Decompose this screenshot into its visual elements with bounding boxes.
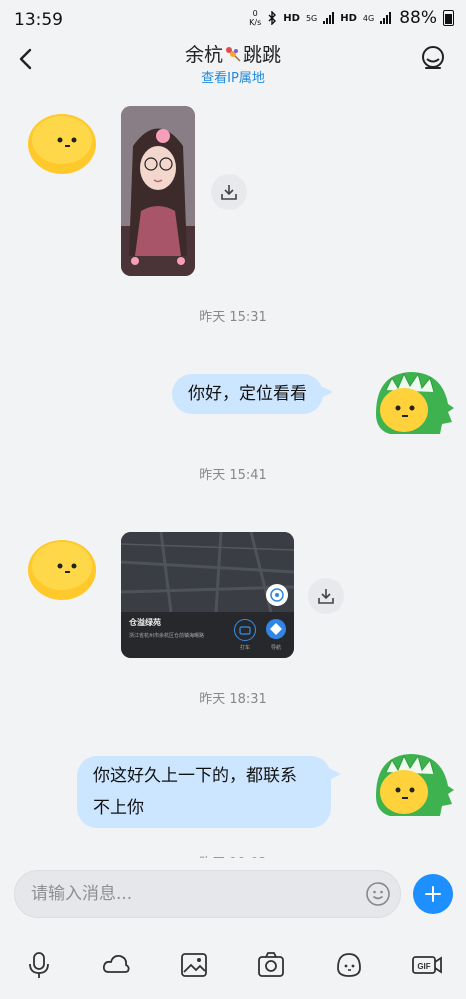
taxi-label: 打车: [239, 645, 250, 651]
image-icon[interactable]: [179, 950, 209, 980]
navigate-icon[interactable]: [266, 619, 286, 639]
download-icon: [221, 185, 237, 200]
message-input[interactable]: 请输入消息...: [14, 870, 401, 918]
battery-icon: [443, 10, 454, 26]
net-speed: 0 K/s: [249, 9, 262, 27]
message-timestamp: 昨天 15:41: [199, 468, 267, 483]
signal-4g-label: 4G: [362, 13, 375, 23]
status-bar: 13:59 0 K/s HD 5G HD 4G 88%: [0, 0, 466, 40]
hd-label-1: HD: [283, 12, 300, 24]
location-pin-icon: [266, 584, 288, 606]
status-time: 13:59: [14, 10, 63, 30]
chat-title[interactable]: 余杭 跳跳: [0, 40, 466, 67]
signal-5g-label: 5G: [305, 13, 318, 23]
message-timestamp: 昨天 15:31: [199, 310, 267, 325]
plus-button[interactable]: [413, 874, 453, 914]
emoji-icon[interactable]: [365, 881, 391, 907]
gif-icon[interactable]: GIF: [411, 950, 443, 980]
contact-icon[interactable]: [418, 44, 448, 74]
mic-icon[interactable]: [24, 950, 54, 980]
location-address: 浙江省杭州市余杭区仓前镇海曙路: [129, 633, 205, 639]
download-button[interactable]: [211, 174, 247, 210]
composer: 请输入消息... GIF: [0, 858, 466, 999]
view-ip-location-link[interactable]: 查看IP属地: [0, 67, 466, 86]
chat-header: 余杭 跳跳 查看IP属地: [0, 40, 466, 86]
cloud-icon[interactable]: [101, 950, 131, 980]
my-avatar[interactable]: [370, 746, 456, 822]
camera-icon[interactable]: [256, 950, 286, 980]
location-name: 仓溢绿苑: [129, 618, 161, 627]
hd-label-2: HD: [340, 12, 357, 24]
download-button[interactable]: [308, 578, 344, 614]
my-avatar[interactable]: [370, 364, 456, 440]
taxi-icon[interactable]: [234, 619, 256, 641]
outgoing-message[interactable]: 你好，定位看看: [172, 374, 333, 414]
contact-avatar[interactable]: [26, 104, 98, 176]
outgoing-message[interactable]: 你这好久上一下的，都联系 不上你: [77, 756, 341, 828]
signal-bars-2-icon: [380, 12, 392, 24]
location-card[interactable]: 仓溢绿苑 浙江省杭州市余杭区仓前镇海曙路 打车 导航: [121, 532, 294, 658]
sticker-icon[interactable]: [334, 950, 364, 980]
image-message[interactable]: [121, 106, 195, 276]
navigate-label: 导航: [270, 645, 281, 651]
contact-avatar[interactable]: [26, 530, 98, 602]
selfie-photo: [121, 106, 195, 276]
signal-bars-1-icon: [323, 12, 335, 24]
svg-text:GIF: GIF: [417, 962, 430, 971]
message-timestamp: 昨天 18:31: [199, 692, 267, 707]
battery-percent: 88%: [399, 8, 437, 28]
bluetooth-icon: [268, 11, 277, 25]
tanghulu-icon: [226, 47, 241, 62]
status-icons: 0 K/s HD 5G HD 4G 88%: [249, 8, 454, 28]
download-icon: [318, 589, 334, 604]
